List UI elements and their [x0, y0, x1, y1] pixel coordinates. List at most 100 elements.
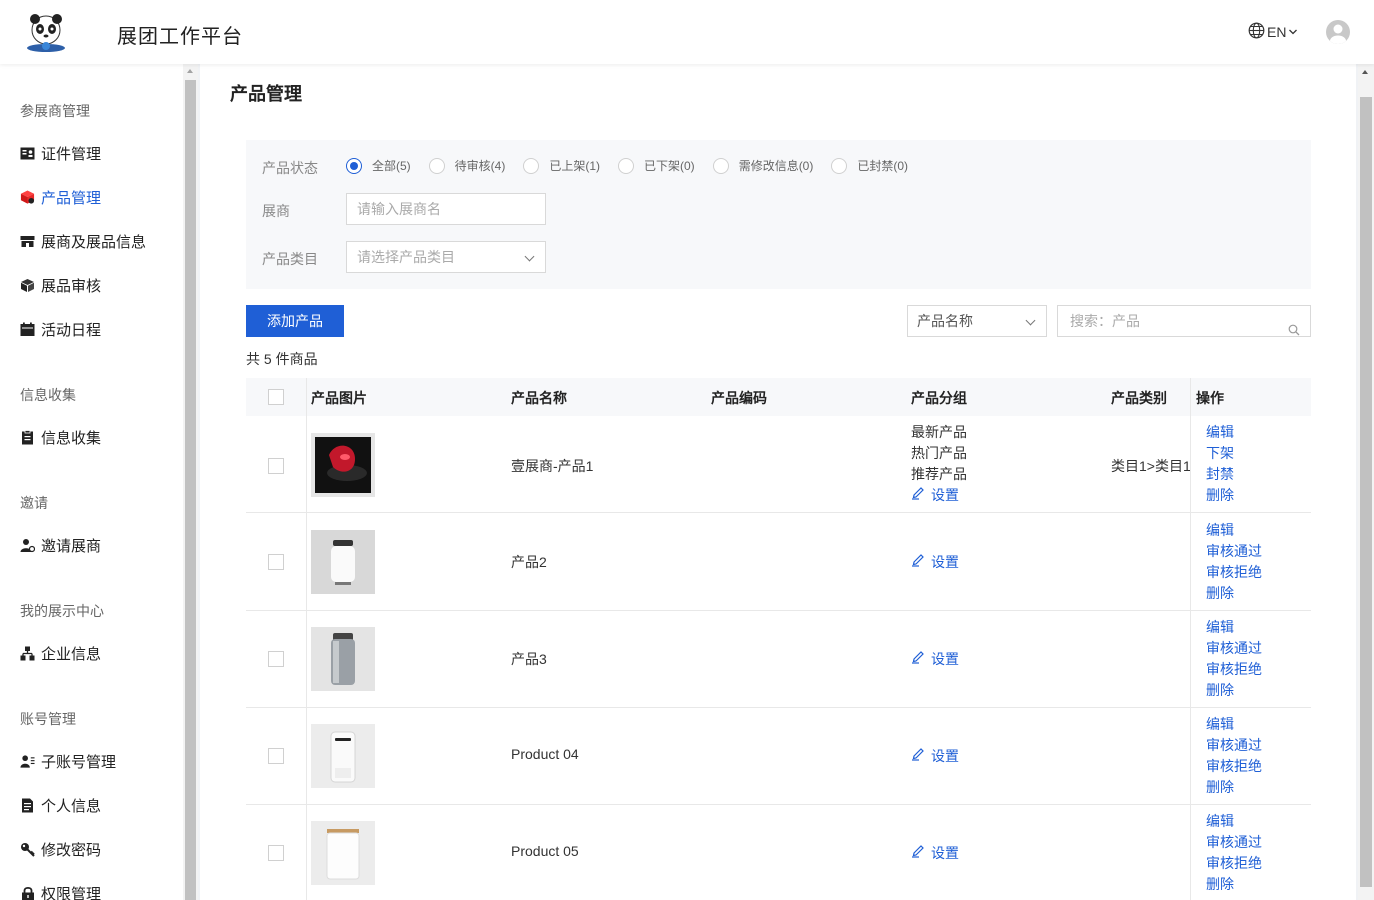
search-icon[interactable] — [1288, 316, 1300, 346]
status-radio-delisted[interactable]: 已下架(0) — [618, 157, 695, 174]
panda-logo-icon[interactable] — [24, 12, 68, 54]
row-checkbox[interactable] — [268, 748, 284, 764]
ban-link[interactable]: 封禁 — [1206, 464, 1234, 485]
setting-label: 设置 — [931, 651, 959, 667]
group-setting-link[interactable]: 设置 — [911, 746, 959, 767]
main-scrollbar[interactable] — [1358, 64, 1374, 900]
scroll-up-arrow-icon[interactable] — [187, 69, 193, 73]
group-setting-link[interactable]: 设置 — [911, 649, 959, 670]
approve-link[interactable]: 审核通过 — [1206, 735, 1262, 756]
sidebar-item-invite-exhibitor[interactable]: 邀请展商 — [20, 534, 101, 556]
add-product-button[interactable]: 添加产品 — [246, 305, 344, 337]
delete-link[interactable]: 删除 — [1206, 874, 1262, 895]
sidebar-item-change-password[interactable]: 修改密码 — [20, 838, 101, 860]
group-setting-link[interactable]: 设置 — [911, 485, 967, 506]
sidebar-item-sub-accounts[interactable]: 子账号管理 — [20, 750, 116, 772]
delete-link[interactable]: 删除 — [1206, 583, 1262, 604]
approve-link[interactable]: 审核通过 — [1206, 832, 1262, 853]
status-radio-banned[interactable]: 已封禁(0) — [831, 157, 908, 174]
approve-link[interactable]: 审核通过 — [1206, 638, 1262, 659]
radio-dot — [618, 157, 635, 174]
edit-link[interactable]: 编辑 — [1206, 422, 1234, 443]
product-thumbnail[interactable] — [311, 724, 375, 788]
scroll-up-arrow-icon[interactable] — [1362, 70, 1368, 74]
row-checkbox[interactable] — [268, 845, 284, 861]
sidebar-item-products[interactable]: 产品管理 — [20, 186, 101, 208]
status-radio-listed[interactable]: 已上架(1) — [523, 157, 600, 174]
row-checkbox[interactable] — [268, 554, 284, 570]
approve-link[interactable]: 审核通过 — [1206, 541, 1262, 562]
exhibitor-search-input[interactable]: 请输入展商名 — [346, 193, 546, 225]
total-count: 共 5 件商品 — [246, 351, 318, 367]
edit-link[interactable]: 编辑 — [1206, 811, 1262, 832]
reject-link[interactable]: 审核拒绝 — [1206, 659, 1262, 680]
sidebar-item-label: 权限管理 — [41, 885, 102, 900]
reject-link[interactable]: 审核拒绝 — [1206, 756, 1262, 777]
product-thumbnail[interactable] — [311, 530, 375, 594]
search-field-select[interactable]: 产品名称 — [907, 305, 1047, 337]
sidebar-item-info-collection[interactable]: 信息收集 — [20, 426, 101, 448]
product-groups: 设置 — [911, 746, 959, 767]
sidebar-item-exhibitor-info[interactable]: 展商及展品信息 — [20, 230, 146, 252]
sidebar-item-permissions[interactable]: 权限管理 — [20, 882, 101, 900]
chevron-down-icon — [1025, 315, 1036, 326]
exhibitor-filter-label: 展商 — [262, 203, 290, 219]
chevron-down-icon — [1288, 24, 1298, 40]
product-search-input[interactable]: 搜索：产品 — [1057, 305, 1311, 337]
sidebar-item-company-info[interactable]: 企业信息 — [20, 642, 101, 664]
product-name: Product 05 — [511, 843, 579, 859]
edit-link[interactable]: 编辑 — [1206, 714, 1262, 735]
group-setting-link[interactable]: 设置 — [911, 843, 959, 864]
row-checkbox[interactable] — [268, 458, 284, 474]
row-actions: 编辑 审核通过 审核拒绝 删除 — [1206, 714, 1262, 798]
group-setting-link[interactable]: 设置 — [911, 552, 959, 573]
product-thumbnail[interactable] — [311, 433, 375, 497]
edit-pen-icon — [911, 552, 928, 573]
status-filter-label: 产品状态 — [262, 160, 318, 176]
id-card-icon — [20, 146, 35, 161]
sidebar-item-schedule[interactable]: 活动日程 — [20, 318, 101, 340]
setting-label: 设置 — [931, 845, 959, 861]
avatar[interactable] — [1326, 20, 1350, 44]
edit-link[interactable]: 编辑 — [1206, 520, 1262, 541]
sidebar-item-label: 信息收集 — [41, 429, 102, 447]
radio-label: 已下架(0) — [644, 159, 695, 173]
sidebar-nav: 参展商管理 证件管理 产品管理 展商及展品信息 展品审核 活动日程 信息收集 信… — [0, 64, 183, 900]
sidebar-item-credentials[interactable]: 证件管理 — [20, 142, 101, 164]
sidebar-item-label: 证件管理 — [41, 145, 102, 163]
select-all-checkbox[interactable] — [268, 389, 284, 405]
status-radio-needs-edit[interactable]: 需修改信息(0) — [712, 157, 813, 174]
row-checkbox[interactable] — [268, 651, 284, 667]
product-thumbnail[interactable] — [311, 821, 375, 885]
product-category: 类目1>类目1 — [1111, 458, 1190, 474]
invite-user-icon — [20, 538, 35, 553]
reject-link[interactable]: 审核拒绝 — [1206, 562, 1262, 583]
sidebar-item-label: 产品管理 — [41, 189, 102, 207]
sidebar-item-label: 子账号管理 — [41, 753, 117, 771]
sidebar-item-profile[interactable]: 个人信息 — [20, 794, 101, 816]
table-row: 壹展商-产品1 最新产品 热门产品 推荐产品 设置 类目1>类目1 编辑 下架 … — [246, 416, 1311, 513]
row-actions: 编辑 审核通过 审核拒绝 删除 — [1206, 520, 1262, 604]
delete-link[interactable]: 删除 — [1206, 680, 1262, 701]
delist-link[interactable]: 下架 — [1206, 443, 1234, 464]
scrollbar-thumb[interactable] — [1360, 97, 1372, 887]
delete-link[interactable]: 删除 — [1206, 485, 1234, 506]
user-list-icon — [20, 754, 35, 769]
sidebar-scrollbar[interactable] — [183, 64, 198, 900]
category-select[interactable]: 请选择产品类目 — [346, 241, 546, 273]
box-icon — [20, 278, 35, 293]
setting-label: 设置 — [931, 487, 959, 503]
reject-link[interactable]: 审核拒绝 — [1206, 853, 1262, 874]
sidebar-item-product-review[interactable]: 展品审核 — [20, 274, 101, 296]
search-placeholder: 搜索：产品 — [1070, 313, 1140, 329]
edit-link[interactable]: 编辑 — [1206, 617, 1262, 638]
radio-dot — [428, 157, 445, 174]
delete-link[interactable]: 删除 — [1206, 777, 1262, 798]
status-radio-pending[interactable]: 待审核(4) — [428, 157, 505, 174]
scrollbar-thumb[interactable] — [185, 80, 196, 900]
org-chart-icon — [20, 646, 35, 661]
product-thumbnail[interactable] — [311, 627, 375, 691]
sidebar-item-label: 企业信息 — [41, 645, 102, 663]
language-switcher[interactable]: EN — [1248, 22, 1298, 42]
status-radio-all[interactable]: 全部(5) — [346, 157, 411, 174]
